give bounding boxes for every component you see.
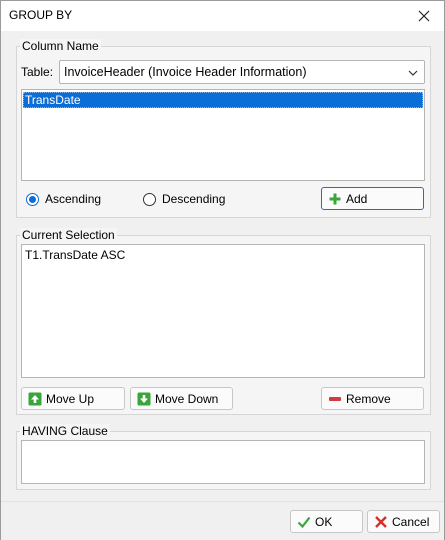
column-list-item-label: TransDate — [25, 93, 81, 107]
move-down-label: Move Down — [155, 391, 219, 406]
ok-label: OK — [315, 514, 333, 529]
arrow-down-icon — [137, 392, 151, 405]
having-label: HAVING Clause — [20, 424, 110, 438]
x-icon — [375, 515, 387, 528]
ascending-label: Ascending — [45, 192, 102, 206]
ascending-radio-indicator — [26, 192, 39, 206]
table-select[interactable]: InvoiceHeader (Invoice Header Informatio… — [59, 60, 425, 84]
ascending-radio[interactable]: Ascending — [26, 192, 101, 206]
current-selection-item[interactable]: T1.TransDate ASC — [23, 247, 423, 263]
dialog-footer: OK Cancel — [1, 501, 444, 540]
close-button[interactable] — [404, 1, 444, 31]
current-selection-list[interactable]: T1.TransDate ASC — [21, 244, 425, 378]
move-up-label: Move Up — [46, 391, 95, 406]
add-button[interactable]: Add — [321, 187, 424, 210]
column-name-label: Column Name — [20, 39, 101, 53]
remove-button[interactable]: Remove — [321, 387, 424, 410]
remove-label: Remove — [346, 391, 391, 406]
current-selection-item-label: T1.TransDate ASC — [25, 248, 126, 262]
table-select-value: InvoiceHeader (Invoice Header Informatio… — [64, 65, 307, 79]
cancel-button[interactable]: Cancel — [367, 510, 440, 533]
minus-icon — [329, 396, 341, 401]
table-label: Table: — [21, 65, 54, 79]
column-list-item[interactable]: TransDate — [23, 92, 423, 108]
arrow-up-icon — [28, 392, 42, 405]
group-by-dialog: GROUP BY Column Name Table: InvoiceHeade… — [0, 0, 445, 540]
close-icon — [418, 10, 430, 22]
cancel-label: Cancel — [392, 514, 430, 529]
current-selection-label: Current Selection — [20, 228, 117, 242]
column-list[interactable]: TransDate — [21, 89, 425, 181]
plus-icon — [329, 193, 341, 204]
dialog-title: GROUP BY — [9, 8, 73, 22]
having-input[interactable] — [21, 440, 425, 484]
move-up-button[interactable]: Move Up — [21, 387, 125, 410]
chevron-down-icon — [408, 70, 418, 76]
descending-radio[interactable]: Descending — [143, 192, 225, 206]
having-group: HAVING Clause — [16, 424, 431, 490]
column-name-group: Column Name Table: InvoiceHeader (Invoic… — [16, 39, 431, 218]
descending-label: Descending — [162, 192, 226, 206]
add-button-label: Add — [346, 191, 368, 206]
check-icon — [297, 516, 311, 528]
ok-button[interactable]: OK — [290, 510, 363, 533]
title-bar: GROUP BY — [1, 1, 444, 31]
move-down-button[interactable]: Move Down — [130, 387, 233, 410]
current-selection-group: Current Selection T1.TransDate ASC Move … — [16, 228, 431, 415]
descending-radio-indicator — [143, 192, 156, 206]
